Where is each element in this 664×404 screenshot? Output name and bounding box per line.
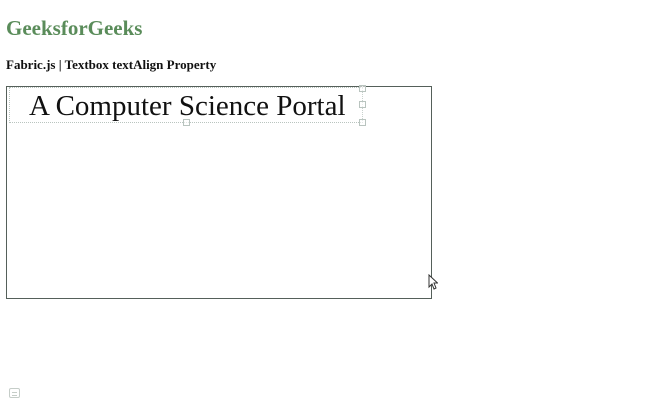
resize-handle-middle-right[interactable] bbox=[359, 101, 366, 108]
mouse-pointer-icon bbox=[428, 274, 438, 290]
site-title: GeeksforGeeks bbox=[6, 16, 143, 40]
resize-handle-bottom-right[interactable] bbox=[359, 119, 366, 126]
page-heading: Fabric.js | Textbox textAlign Property bbox=[6, 57, 217, 72]
resize-handle-top-right[interactable] bbox=[359, 85, 366, 92]
canvas-textbox[interactable]: A Computer Science Portal bbox=[9, 85, 366, 126]
fabric-canvas[interactable]: A Computer Science Portal bbox=[6, 85, 432, 299]
window-icon bbox=[9, 388, 20, 398]
textbox-text[interactable]: A Computer Science Portal bbox=[29, 89, 346, 123]
resize-handle-bottom-middle[interactable] bbox=[183, 119, 190, 126]
